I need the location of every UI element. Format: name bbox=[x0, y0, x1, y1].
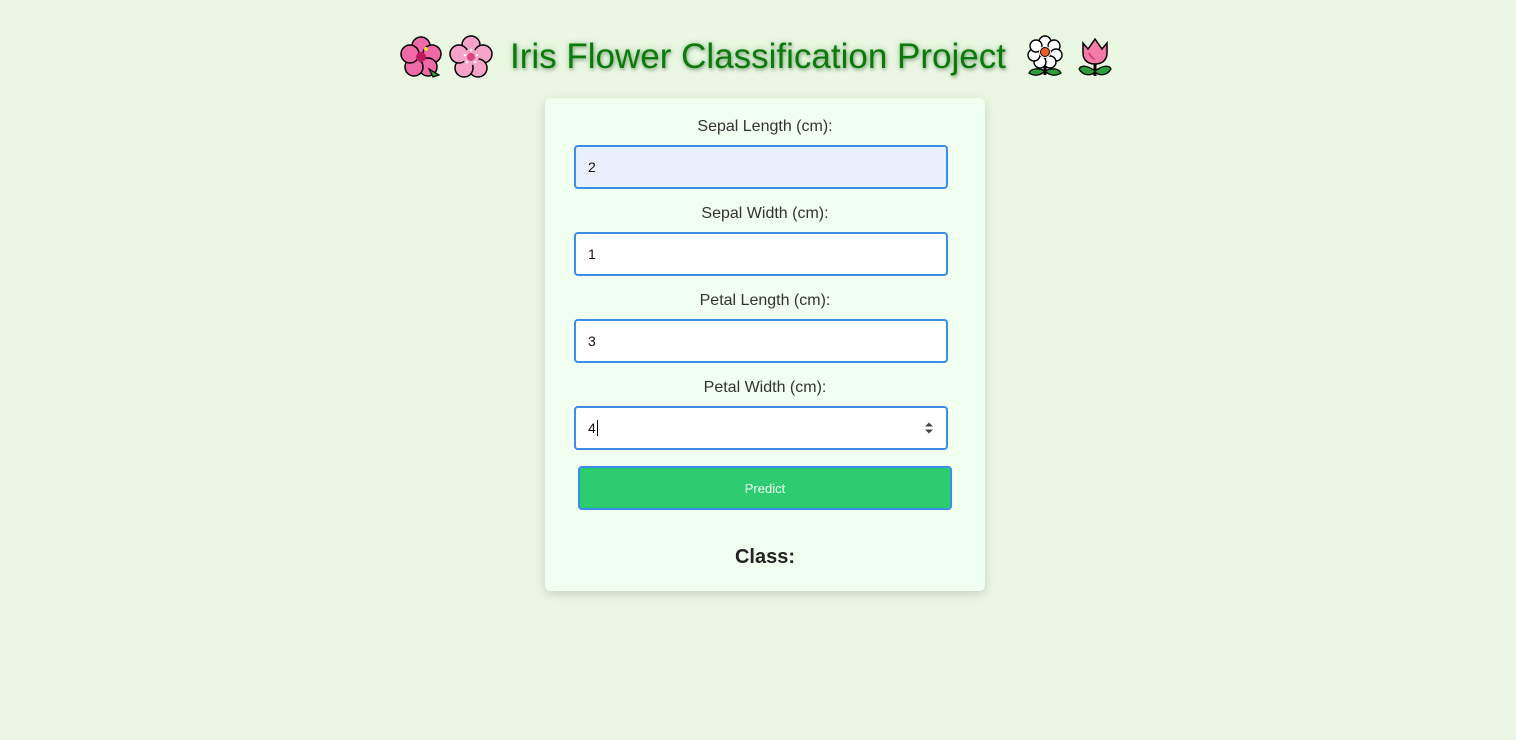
sepal-length-input[interactable]: 2 bbox=[574, 145, 948, 189]
sepal-width-value: 1 bbox=[588, 246, 596, 262]
petal-length-input[interactable]: 3 bbox=[574, 319, 948, 363]
tulip-icon bbox=[1073, 35, 1117, 79]
predict-button[interactable]: Predict bbox=[578, 466, 952, 510]
petal-width-input[interactable]: 4 bbox=[574, 406, 948, 450]
page-title: Iris Flower Classification Project bbox=[510, 37, 1006, 76]
blossom-icon bbox=[1023, 35, 1067, 79]
hibiscus-icon bbox=[399, 35, 443, 79]
sepal-width-input[interactable]: 1 bbox=[574, 232, 948, 276]
sepal-length-label: Sepal Length (cm): bbox=[697, 118, 833, 135]
text-caret bbox=[596, 420, 598, 436]
number-spinner-icon[interactable] bbox=[924, 421, 934, 435]
class-result: Class: bbox=[734, 546, 796, 568]
sepal-width-label: Sepal Width (cm): bbox=[701, 205, 829, 222]
cherry-blossom-icon bbox=[449, 35, 493, 79]
page-header: Iris Flower Classification Project bbox=[0, 32, 1516, 82]
petal-length-value: 3 bbox=[588, 333, 596, 349]
prediction-form: Sepal Length (cm): 2 Sepal Width (cm): 1… bbox=[545, 98, 985, 591]
sepal-length-value: 2 bbox=[588, 159, 596, 175]
petal-width-value: 4 bbox=[588, 420, 596, 436]
petal-width-label: Petal Width (cm): bbox=[703, 379, 827, 396]
petal-length-label: Petal Length (cm): bbox=[699, 292, 831, 309]
